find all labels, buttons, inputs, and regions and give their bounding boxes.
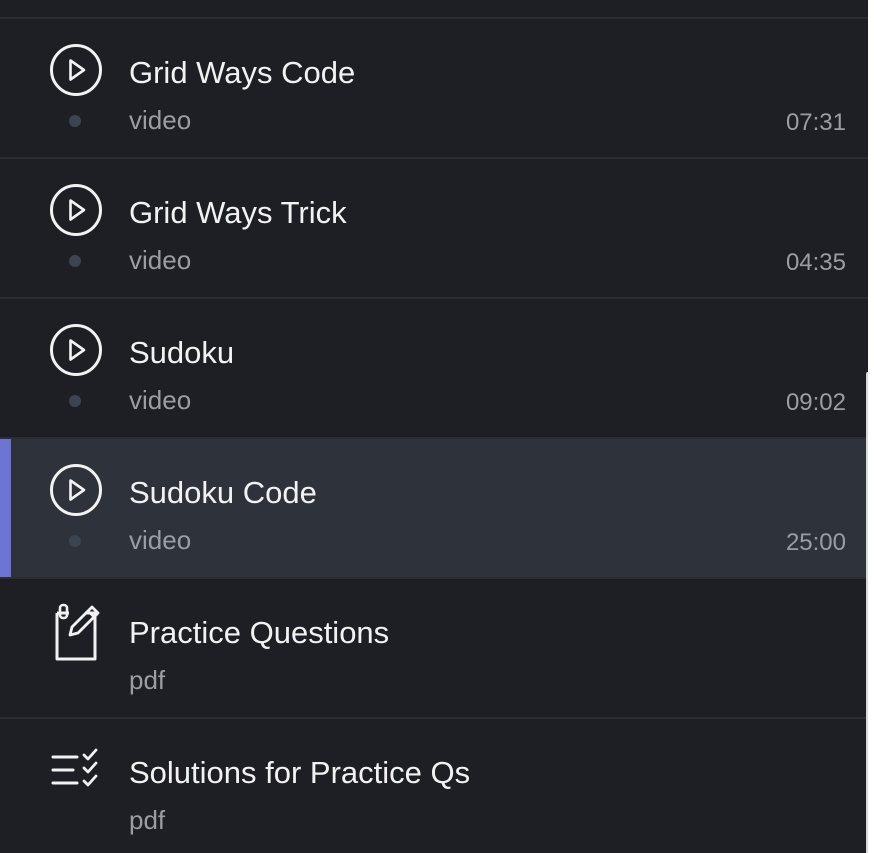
status-dot: [69, 535, 81, 547]
lecture-duration: 09:02: [785, 389, 846, 416]
lecture-title: Solutions for Practice Qs: [129, 755, 471, 790]
lecture-title: Sudoku: [129, 335, 235, 370]
lecture-duration: 07:31: [785, 109, 846, 136]
play-circle-icon: [49, 183, 103, 237]
lecture-item-practice-questions[interactable]: Practice Questions pdf: [0, 579, 868, 719]
lecture-type: pdf: [129, 805, 166, 835]
lecture-item-grid-ways-trick[interactable]: Grid Ways Trick video 04:35: [0, 159, 868, 299]
play-circle-icon: [49, 463, 103, 517]
notepad-pen-icon: [49, 603, 103, 661]
lecture-title: Practice Questions: [129, 615, 390, 650]
lecture-item-sudoku-code[interactable]: Sudoku Code video 25:00: [0, 439, 868, 579]
lecture-title: Grid Ways Code: [129, 55, 356, 90]
lecture-type: pdf: [129, 665, 166, 695]
checklist-icon: [49, 743, 103, 797]
status-dot: [69, 395, 81, 407]
status-dot: [69, 255, 81, 267]
lecture-title: Sudoku Code: [129, 475, 317, 510]
active-indicator: [0, 439, 11, 577]
lecture-title: Grid Ways Trick: [129, 195, 347, 230]
play-circle-icon: [49, 323, 103, 377]
lecture-type: video: [129, 105, 192, 135]
lecture-item-sudoku[interactable]: Sudoku video 09:02: [0, 299, 868, 439]
play-circle-icon: [49, 43, 103, 97]
scrollbar-thumb[interactable]: [866, 372, 868, 853]
lecture-type: video: [129, 385, 192, 415]
lecture-item-solutions[interactable]: Solutions for Practice Qs pdf: [0, 719, 868, 853]
lecture-duration: 04:35: [785, 249, 846, 276]
scrollbar-track[interactable]: [868, 0, 874, 853]
lecture-list: Grid Ways Code video 07:31 Grid Ways Tri…: [0, 19, 868, 853]
status-dot: [69, 115, 81, 127]
lecture-list-panel: Grid Ways Code video 07:31 Grid Ways Tri…: [0, 0, 868, 853]
lecture-type: video: [129, 525, 192, 555]
lecture-type: video: [129, 245, 192, 275]
lecture-duration: 25:00: [785, 529, 846, 556]
lecture-item-grid-ways-code[interactable]: Grid Ways Code video 07:31: [0, 19, 868, 159]
